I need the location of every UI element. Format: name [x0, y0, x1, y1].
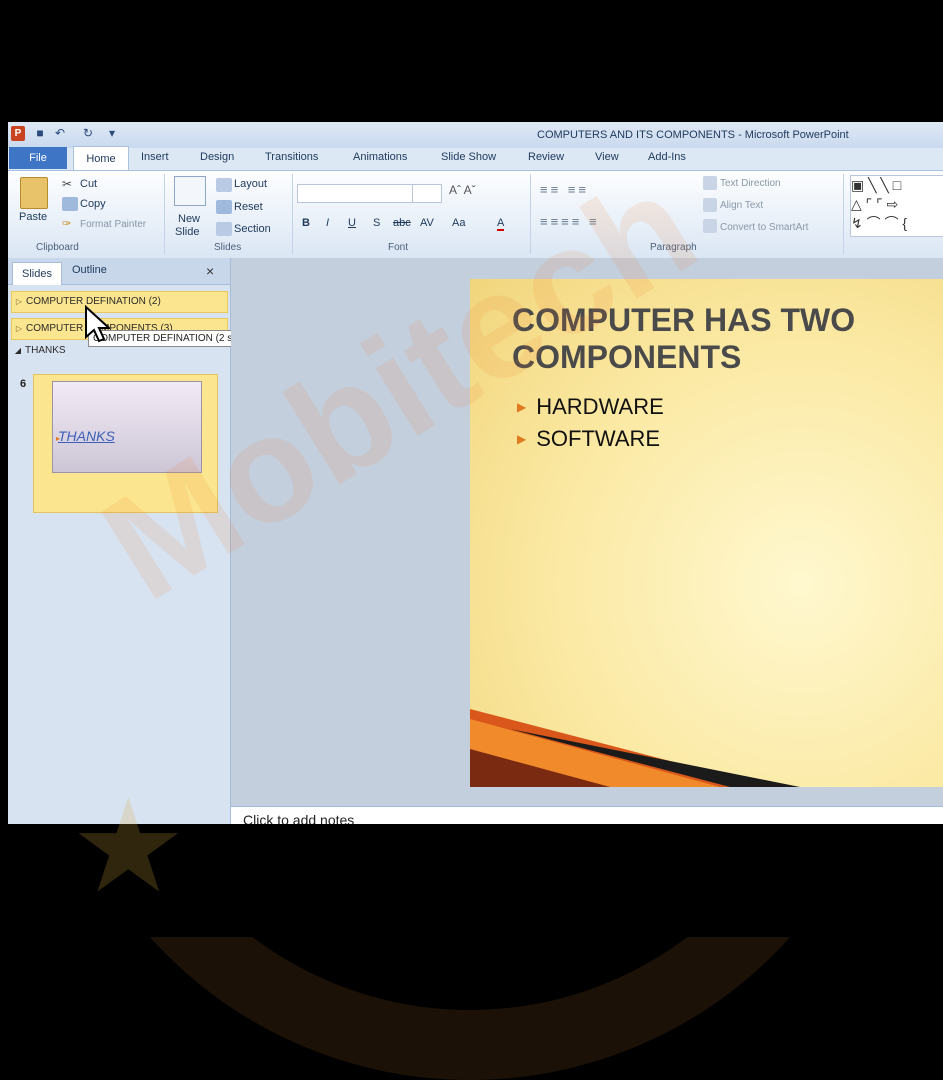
section-computer-defination[interactable]: ▷ COMPUTER DEFINATION (2) — [11, 291, 228, 313]
cut-button[interactable]: Cut — [80, 178, 97, 190]
divider — [843, 174, 844, 254]
strikethrough-button[interactable]: abc — [393, 217, 411, 229]
expand-icon[interactable]: ▷ — [12, 292, 26, 312]
clipboard-group-label: Clipboard — [36, 242, 79, 253]
format-painter-icon: ✑ — [62, 218, 72, 230]
powerpoint-icon[interactable]: P — [11, 126, 25, 141]
window-title: COMPUTERS AND ITS COMPONENTS - Microsoft… — [537, 129, 849, 141]
new-slide-icon[interactable] — [174, 176, 206, 206]
paste-button[interactable]: Paste — [19, 211, 47, 223]
copy-button[interactable]: Copy — [80, 198, 106, 210]
align-text-icon — [703, 198, 717, 212]
grow-font-icon[interactable]: Aˆ Aˇ — [449, 183, 476, 197]
font-size-box[interactable] — [412, 184, 442, 203]
tab-slide-show[interactable]: Slide Show — [441, 151, 496, 163]
expand-icon[interactable]: ▷ — [12, 319, 26, 339]
copy-icon — [62, 197, 78, 211]
smartart-icon — [703, 219, 717, 233]
section-thanks[interactable]: ◢ THANKS — [11, 345, 66, 356]
font-name-box[interactable] — [297, 184, 413, 203]
tab-insert[interactable]: Insert — [141, 151, 169, 163]
tab-review[interactable]: Review — [528, 151, 564, 163]
tab-design[interactable]: Design — [200, 151, 234, 163]
thumbnail-text: THANKS — [58, 428, 115, 444]
shapes-gallery[interactable]: ▣ ╲ ╲ □ △ ⌜ ⌜ ⇨ ↯ ⌒ ⌒ { — [850, 175, 943, 237]
tab-outline[interactable]: Outline — [72, 264, 107, 276]
scissors-icon: ✂ — [62, 177, 73, 191]
bold-button[interactable]: B — [302, 217, 310, 229]
reset-icon — [216, 200, 232, 214]
change-case-button[interactable]: Aa — [452, 217, 465, 229]
underline-button[interactable]: U — [348, 217, 356, 229]
slides-group-label: Slides — [214, 242, 242, 253]
section-tooltip: COMPUTER DEFINATION (2 sli... — [88, 330, 251, 347]
align-text-button[interactable]: Align Text — [720, 200, 763, 211]
section-label: THANKS — [25, 345, 66, 356]
layout-button[interactable]: Layout — [234, 178, 267, 190]
notes-placeholder[interactable]: Click to add notes — [243, 812, 354, 824]
tab-animations[interactable]: Animations — [353, 151, 407, 163]
shadow-button[interactable]: S — [373, 217, 380, 229]
customize-icon[interactable]: ▾ — [104, 125, 120, 141]
tab-slides[interactable]: Slides — [12, 262, 62, 285]
divider — [164, 174, 165, 254]
undo-icon[interactable]: ↶ — [52, 125, 68, 141]
mouse-cursor-icon — [85, 305, 110, 343]
paste-icon[interactable] — [20, 177, 48, 209]
tab-transitions[interactable]: Transitions — [265, 151, 318, 163]
slide-number: 6 — [20, 378, 27, 390]
italic-button[interactable]: I — [326, 217, 329, 229]
bullet-text: HARDWARE — [536, 394, 664, 419]
format-painter-button[interactable]: Format Painter — [80, 219, 146, 230]
reset-button[interactable]: Reset — [234, 201, 263, 213]
bullet-icon: ▶ — [517, 432, 527, 446]
collapse-icon[interactable]: ◢ — [11, 346, 25, 355]
text-direction-icon — [703, 176, 717, 190]
redo-icon[interactable]: ↻ — [80, 125, 96, 141]
save-icon[interactable]: ■ — [32, 125, 48, 141]
tab-home[interactable]: Home — [73, 146, 129, 171]
bullet-text: SOFTWARE — [536, 426, 661, 451]
layout-icon — [216, 178, 232, 192]
bullet-software[interactable]: ▶ SOFTWARE — [517, 426, 660, 452]
new-slide-label-2[interactable]: Slide — [175, 226, 199, 238]
char-spacing-button[interactable]: AV — [420, 217, 434, 229]
star-icon: ★ — [70, 773, 187, 919]
new-slide-label[interactable]: New — [178, 213, 200, 225]
font-group-label: Font — [388, 242, 409, 253]
close-icon[interactable]: × — [206, 263, 214, 279]
text-direction-button[interactable]: Text Direction — [720, 178, 781, 189]
tab-file[interactable]: File — [9, 147, 67, 169]
tab-add-ins[interactable]: Add-Ins — [648, 151, 686, 163]
section-button[interactable]: Section — [234, 223, 271, 235]
section-icon — [216, 222, 232, 236]
divider — [292, 174, 293, 254]
convert-smartart-button[interactable]: Convert to SmartArt — [720, 222, 808, 233]
